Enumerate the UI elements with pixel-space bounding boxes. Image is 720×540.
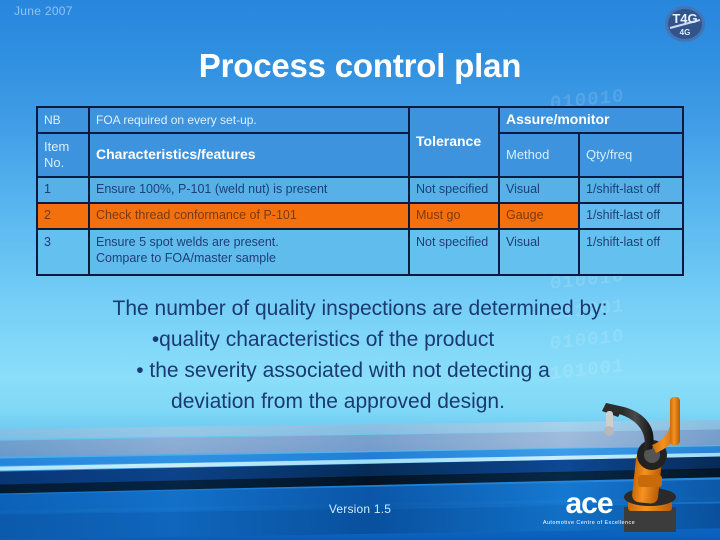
streak-band bbox=[0, 445, 720, 466]
streak-band bbox=[0, 455, 720, 485]
header-cell-characteristics: Characteristics/features bbox=[88, 132, 410, 178]
header-cell-item-no: Item No. bbox=[36, 132, 90, 178]
ace-logo: ace Automotive Centre of Excellence bbox=[533, 487, 645, 527]
header-cell-tolerance: Tolerance bbox=[408, 106, 500, 178]
cell-item-no: 2 bbox=[36, 202, 90, 230]
cell-method: Visual bbox=[498, 228, 580, 276]
table-row-highlighted: 2 Check thread conformance of P-101 Must… bbox=[36, 202, 684, 230]
page-title: Process control plan bbox=[198, 47, 522, 84]
header-cell-method: Method bbox=[498, 132, 580, 178]
cell-characteristics: Ensure 5 spot welds are present. Compare… bbox=[88, 228, 410, 276]
body-line: The number of quality inspections are de… bbox=[112, 297, 608, 320]
table-row: 3 Ensure 5 spot welds are present. Compa… bbox=[36, 228, 684, 276]
ace-logo-tagline: Automotive Centre of Excellence bbox=[542, 520, 636, 526]
streak-band bbox=[0, 419, 720, 439]
body-line: •quality characteristics of the product bbox=[151, 328, 495, 351]
body-text-block: The number of quality inspections are de… bbox=[0, 293, 720, 417]
t4g-logo-icon: T4G 4G bbox=[662, 4, 708, 44]
table-header-row-top: NB FOA required on every set-up. Toleran… bbox=[36, 106, 684, 178]
streak-band bbox=[0, 428, 720, 457]
cell-item-no: 1 bbox=[36, 176, 90, 204]
cell-item-no: 3 bbox=[36, 228, 90, 276]
svg-text:4G: 4G bbox=[680, 28, 691, 37]
body-line: • the severity associated with not detec… bbox=[136, 359, 550, 382]
cell-tolerance: Must go bbox=[408, 202, 500, 230]
header-cell-qty-freq: Qty/freq bbox=[578, 132, 684, 178]
cell-qty-freq: 1/shift-last off bbox=[578, 202, 684, 230]
body-line: deviation from the approved design. bbox=[171, 390, 505, 413]
cell-qty-freq: 1/shift-last off bbox=[578, 228, 684, 276]
cell-tolerance: Not specified bbox=[408, 176, 500, 204]
process-control-plan-table: NB FOA required on every set-up. Toleran… bbox=[36, 106, 684, 276]
header-cell-nb: NB bbox=[36, 106, 90, 134]
cell-characteristics: Check thread conformance of P-101 bbox=[88, 202, 410, 230]
table-header-row-bottom: Item No. Characteristics/features Method… bbox=[36, 132, 684, 178]
cell-tolerance: Not specified bbox=[408, 228, 500, 276]
streak-band bbox=[0, 452, 720, 471]
cell-method: Visual bbox=[498, 176, 580, 204]
date-stamp: June 2007 bbox=[14, 4, 73, 18]
cell-characteristics: Ensure 100%, P-101 (weld nut) is present bbox=[88, 176, 410, 204]
cell-qty-freq: 1/shift-last off bbox=[578, 176, 684, 204]
ace-logo-wordmark: ace bbox=[565, 487, 613, 520]
header-cell-foa-note: FOA required on every set-up. bbox=[88, 106, 410, 134]
table-row: 1 Ensure 100%, P-101 (weld nut) is prese… bbox=[36, 176, 684, 204]
slide-canvas: 010010 101001 010010 101001 010010 10100… bbox=[0, 0, 720, 540]
cell-method: Gauge bbox=[498, 202, 580, 230]
header-cell-assure-monitor: Assure/monitor bbox=[498, 106, 684, 134]
